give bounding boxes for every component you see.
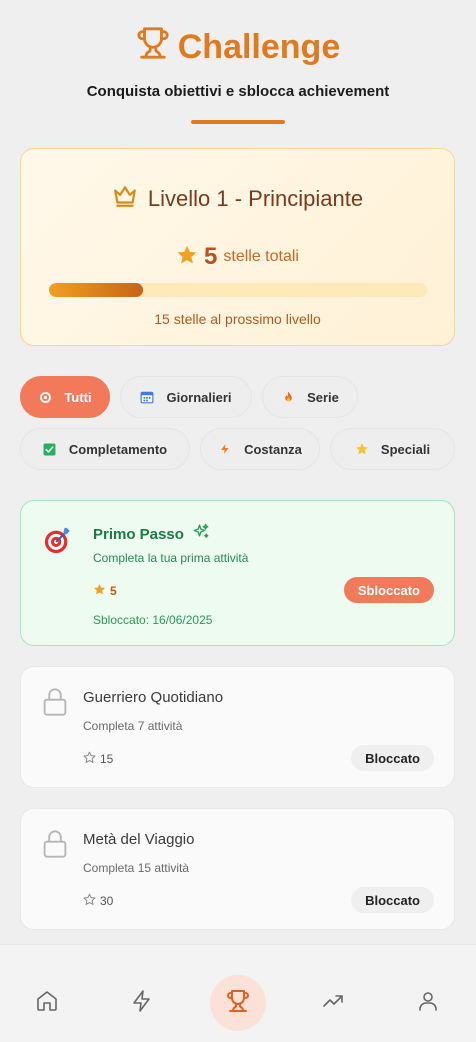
achievement-description: Completa 15 attività <box>83 861 190 875</box>
achievement-stars-value: 5 <box>110 584 117 598</box>
target-arrow-icon <box>43 525 73 560</box>
achievement-name: Primo Passo <box>93 525 184 543</box>
filter-chip-label: Serie <box>307 389 339 405</box>
filter-chip-label: Costanza <box>244 441 302 457</box>
bottom-nav <box>0 944 476 1042</box>
trophy-icon <box>136 26 170 69</box>
achievement-title: Primo Passo <box>93 523 210 545</box>
achievement-unlocked-date: Sbloccato: 16/06/2025 <box>93 613 213 627</box>
filter-chip-serie[interactable]: Serie <box>262 376 358 418</box>
achievement-name: Guerriero Quotidiano <box>83 689 224 706</box>
filter-chip-label: Giornalieri <box>166 389 232 405</box>
achievement-description: Completa la tua prima attività <box>93 551 249 565</box>
filter-chip-label: Tutti <box>64 389 92 405</box>
trending-icon <box>321 989 345 1018</box>
page-subtitle: Conquista obiettivi e sblocca achievemen… <box>86 83 390 100</box>
filter-chip-giornalieri[interactable]: Giornalieri <box>120 376 252 418</box>
achievement-card-guerriero-quotidiano[interactable]: Guerriero Quotidiano Completa 7 attività… <box>20 666 455 788</box>
page-header: Challenge Conquista obiettivi e sblocca … <box>0 0 476 124</box>
filter-chip-costanza[interactable]: Costanza <box>200 428 320 470</box>
page-title-text: Challenge <box>177 28 341 66</box>
star-outline-icon <box>83 751 96 767</box>
bolt-icon <box>130 989 154 1018</box>
nav-challenge[interactable] <box>210 975 266 1031</box>
stars-total-label: stelle totali <box>223 248 299 265</box>
title-underline <box>191 120 285 124</box>
star-icon <box>93 583 106 599</box>
achievement-stars: 5 <box>93 583 117 599</box>
achievement-card-meta-del-viaggio[interactable]: Metà del Viaggio Completa 15 attività 30… <box>20 808 455 930</box>
level-progress-fill <box>48 283 143 297</box>
home-icon <box>35 989 59 1018</box>
sparkle-icon <box>192 523 210 545</box>
achievement-stars-value: 15 <box>100 752 114 766</box>
stars-total-value: 5 <box>204 243 218 270</box>
user-icon <box>416 989 440 1018</box>
filter-chip-label: Speciali <box>380 441 431 457</box>
achievement-description: Completa 7 attività <box>83 719 183 733</box>
nav-stats[interactable] <box>305 975 361 1031</box>
achievement-stars-value: 30 <box>100 894 114 908</box>
status-badge: Bloccato <box>351 887 434 913</box>
level-title: Livello 1 - Principiante <box>21 183 454 215</box>
status-badge: Sbloccato <box>343 577 434 603</box>
check-icon <box>43 442 57 456</box>
filter-chip-tutti[interactable]: Tutti <box>20 376 110 418</box>
bolt-icon <box>218 442 232 456</box>
achievement-card-primo-passo[interactable]: Primo Passo Completa la tua prima attivi… <box>20 500 455 646</box>
level-progress-bar <box>48 283 427 297</box>
calendar-icon <box>140 390 154 404</box>
trophy-icon <box>226 989 250 1018</box>
achievement-stars: 15 <box>83 751 113 767</box>
star-icon <box>176 244 198 271</box>
status-badge: Bloccato <box>351 745 434 771</box>
crown-icon <box>112 183 138 215</box>
filter-chip-completamento[interactable]: Completamento <box>20 428 190 470</box>
lock-icon <box>41 687 69 722</box>
achievement-stars: 30 <box>83 893 113 909</box>
filter-chip-speciali[interactable]: Speciali <box>330 428 455 470</box>
nav-profile[interactable] <box>400 975 456 1031</box>
nav-activities[interactable] <box>114 975 170 1031</box>
page-title: Challenge <box>0 26 476 69</box>
target-icon <box>38 390 52 404</box>
filter-chip-label: Completamento <box>68 441 168 457</box>
nav-home[interactable] <box>19 975 75 1031</box>
level-card: Livello 1 - Principiante 5 stelle totali… <box>20 148 455 346</box>
star-outline-icon <box>83 893 96 909</box>
lock-icon <box>41 829 69 864</box>
level-progress-text: 15 stelle al prossimo livello <box>154 311 321 327</box>
stars-total-row: 5 stelle totali <box>21 243 454 271</box>
star-icon <box>355 442 369 456</box>
level-title-text: Livello 1 - Principiante <box>147 186 364 211</box>
achievement-name: Metà del Viaggio <box>83 831 195 848</box>
fire-icon <box>281 390 295 404</box>
